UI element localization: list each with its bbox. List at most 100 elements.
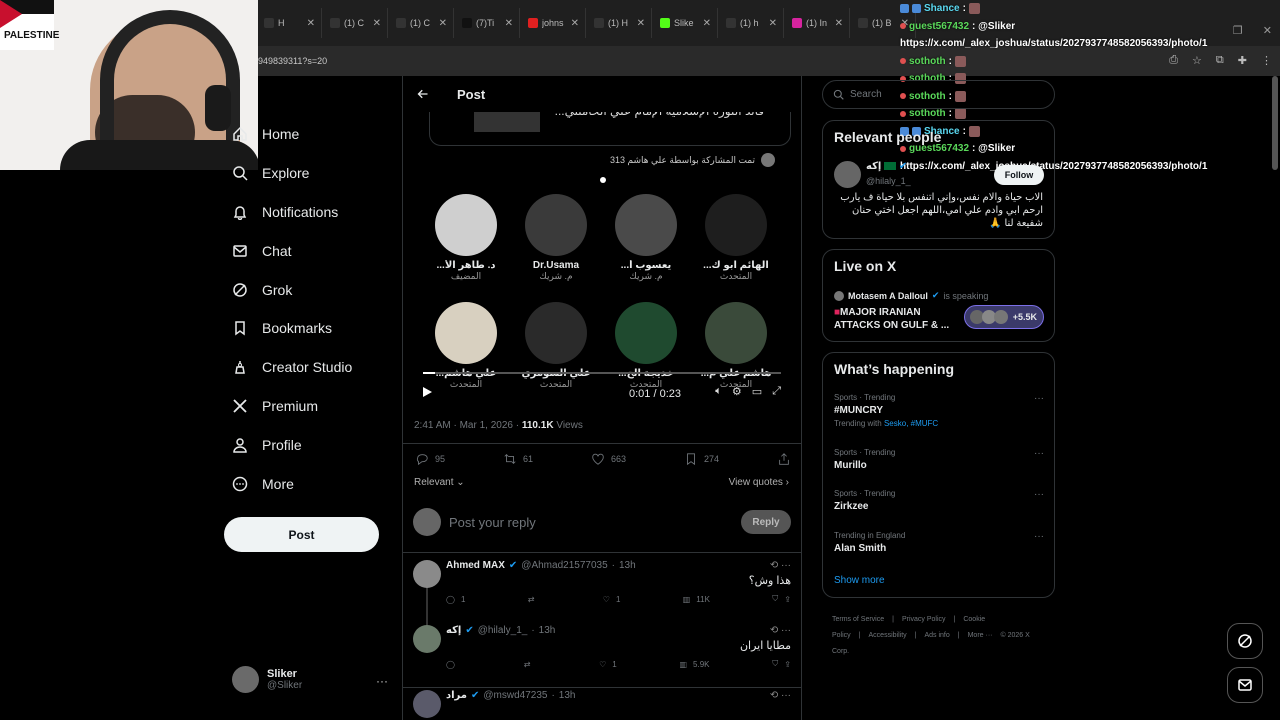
live-title[interactable]: ■MAJOR IRANIAN ATTACKS ON GULF & ... [834,306,954,332]
live-listeners[interactable]: +5.5K [964,305,1044,329]
settings-gear-icon[interactable]: ⚙ [732,385,742,398]
nav-item-explore[interactable]: Explore [224,154,394,193]
trend-more-icon[interactable]: ··· [1034,448,1044,459]
more-dots-icon[interactable]: ··· [376,674,388,688]
show-more-link[interactable]: Show more [834,575,885,586]
trend-related-tags[interactable]: Sesko, #MUFC [884,419,938,428]
footer-link[interactable]: Accessibility [869,632,907,639]
reply-author[interactable]: إكه [446,625,461,636]
trend-more-icon[interactable]: ··· [1034,489,1044,500]
reply-author[interactable]: Ahmed MAX [446,560,505,571]
close-tab-icon[interactable]: ✕ [769,18,777,29]
trend-item[interactable]: Sports · Trending #MUNCRY Trending with Se… [834,393,1044,428]
bookmark-icon[interactable]: ⛉ [772,594,778,604]
nav-item-premium[interactable]: Premium [224,387,394,426]
puzzle-icon[interactable]: ✚ [1238,54,1247,67]
footer-link[interactable]: Privacy Policy [902,616,946,623]
reply-bookmark-share[interactable]: ⛉ ⇪ [772,659,791,669]
reply-author[interactable]: مراد [446,690,467,701]
bookmark-icon[interactable]: ⛉ [772,659,778,669]
nav-item-home[interactable]: Home [224,115,394,154]
reply-more-icon[interactable]: ⟲ ··· [770,560,791,571]
nav-item-grok[interactable]: Grok [224,270,394,309]
reply-action[interactable]: ◯ 1 [446,594,465,604]
like-action[interactable]: 663 [591,452,626,466]
close-tab-icon[interactable]: ✕ [637,18,645,29]
close-tab-icon[interactable]: ✕ [439,18,447,29]
speaker-tile[interactable]: د. طاهر الأ... المضيف [421,194,511,282]
speaker-tile[interactable]: الهائم ابو ك... المتحدث [691,194,781,282]
trend-item[interactable]: Trending in England Alan Smith ··· [834,531,1044,554]
reply-button[interactable]: Reply [741,510,791,534]
scrollbar[interactable] [1272,76,1278,170]
close-tab-icon[interactable]: ✕ [505,18,513,29]
share-action[interactable] [777,452,791,466]
browser-tab[interactable]: (1) C ✕ [390,8,454,38]
browser-tab[interactable]: (1) C ✕ [324,8,388,38]
reply-action[interactable]: ◯ [446,659,461,669]
view-quotes-link[interactable]: View quotes › [729,477,789,488]
avatar[interactable] [413,625,441,653]
url-text[interactable]: 949839311?s=20 [258,56,327,66]
close-tab-icon[interactable]: ✕ [373,18,381,29]
browser-tab[interactable]: (1) H ✕ [588,8,652,38]
back-arrow-icon[interactable] [417,88,429,100]
repost-action[interactable]: ⇄ [528,594,541,604]
restore-icon[interactable]: ❐ [1233,24,1243,37]
speaker-tile[interactable]: يعسوب أ... م. شريك [601,194,691,282]
play-icon[interactable] [421,386,433,398]
footer-link[interactable]: More ··· [968,632,993,639]
reply-bookmark-share[interactable]: ⛉ ⇪ [772,594,791,604]
post-timestamp[interactable]: 2:41 AM · Mar 1, 2026 · [414,420,519,431]
messages-fab[interactable] [1227,667,1263,703]
close-window-icon[interactable]: ✕ [1263,24,1272,37]
post-button[interactable]: Post [224,517,379,552]
avatar[interactable] [413,560,441,588]
heart-action[interactable]: ♡ 1 [603,594,621,604]
avatar[interactable] [413,690,441,718]
nav-item-creator-studio[interactable]: Creator Studio [224,348,394,387]
carousel-dot[interactable] [600,177,606,183]
trend-item[interactable]: Sports · Trending Murillo ··· [834,448,1044,471]
speaker-tile[interactable]: Dr.Usama م. شريك [511,194,601,282]
sort-dropdown[interactable]: Relevant ⌄ [414,477,465,488]
reply-time[interactable]: 13h [559,690,576,701]
close-tab-icon[interactable]: ✕ [307,18,315,29]
reply-action[interactable]: 95 [415,452,445,466]
avatar[interactable] [834,161,861,188]
footer-link[interactable]: Terms of Service [832,616,884,623]
follow-button[interactable]: Follow [994,165,1044,185]
trend-more-icon[interactable]: ··· [1034,393,1044,404]
browser-tab[interactable]: (1) h ✕ [720,8,784,38]
reply-time[interactable]: 13h [619,560,636,571]
nav-item-profile[interactable]: Profile [224,425,394,464]
grok-fab[interactable] [1227,623,1263,659]
repost-action[interactable]: 61 [503,452,533,466]
browser-tab[interactable]: Slike ✕ [654,8,718,38]
live-host[interactable]: Motasem A Dalloul ✔ is speaking [834,290,988,301]
reply-post[interactable]: إكه ✔ @hilaly_1_ · 13h ⟲ ··· مطايا ايران ◯ ⇄ ♡ 1 ▥ 5… [413,625,791,681]
browser-tab[interactable]: johns ✕ [522,8,586,38]
pip-icon[interactable]: ▭ [752,385,762,398]
close-tab-icon[interactable]: ✕ [835,18,843,29]
nav-item-chat[interactable]: Chat [224,231,394,270]
search-input[interactable]: Search [822,80,1055,109]
person-name[interactable]: إكه ✔ [866,161,907,172]
browser-tab[interactable]: H ✕ [258,8,322,38]
close-tab-icon[interactable]: ✕ [703,18,711,29]
browser-tab[interactable]: (7)Ti ✕ [456,8,520,38]
reply-post[interactable]: Ahmed MAX ✔ @Ahmad21577035 · 13h ⟲ ··· هذا وش؟… [413,560,791,616]
share-icon[interactable]: ⇪ [784,660,791,669]
browser-tab[interactable]: (1) In ✕ [786,8,850,38]
bookmark-action[interactable]: 274 [684,452,719,466]
nav-item-bookmarks[interactable]: Bookmarks [224,309,394,348]
reply-input[interactable]: Post your reply [449,515,741,530]
account-switcher[interactable]: Sliker @Sliker ··· [232,666,392,693]
close-tab-icon[interactable]: ✕ [571,18,579,29]
reply-post[interactable]: مراد ✔ @mswd47235 · 13h ⟲ ··· [413,690,791,720]
reply-time[interactable]: 13h [539,625,556,636]
repost-action[interactable]: ⇄ [524,659,537,669]
volume-icon[interactable]: 🔈︎ [715,385,722,398]
views-action[interactable]: ▥ 11K [683,594,710,604]
menu-icon[interactable]: ⋮ [1261,54,1272,67]
